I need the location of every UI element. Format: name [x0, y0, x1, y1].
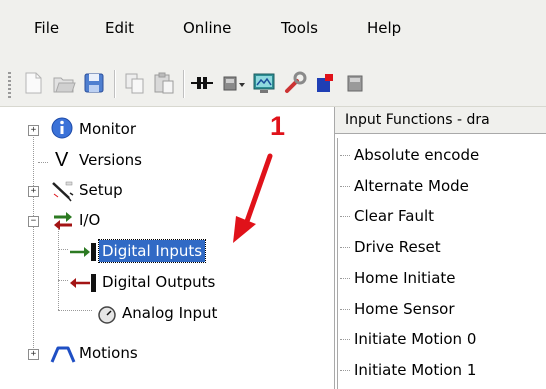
- list-item[interactable]: Drive Reset: [340, 237, 441, 257]
- list-item[interactable]: Absolute encode: [339, 145, 479, 165]
- input-functions-list[interactable]: Absolute encode Alternate Mode Clear Fau…: [337, 138, 546, 389]
- list-item[interactable]: Initiate Motion 1: [339, 360, 476, 380]
- list-item[interactable]: Clear Fault: [340, 206, 434, 226]
- list-item[interactable]: Home Sensor: [339, 299, 454, 319]
- input-functions-panel: Input Functions - dra Absolute encode Al…: [335, 107, 546, 389]
- list-item[interactable]: Initiate Motion 0: [339, 329, 476, 349]
- list-item[interactable]: Alternate Mode: [340, 176, 469, 196]
- list-item[interactable]: Home Initiate: [340, 268, 456, 288]
- panel-header: Input Functions - dra: [335, 107, 546, 134]
